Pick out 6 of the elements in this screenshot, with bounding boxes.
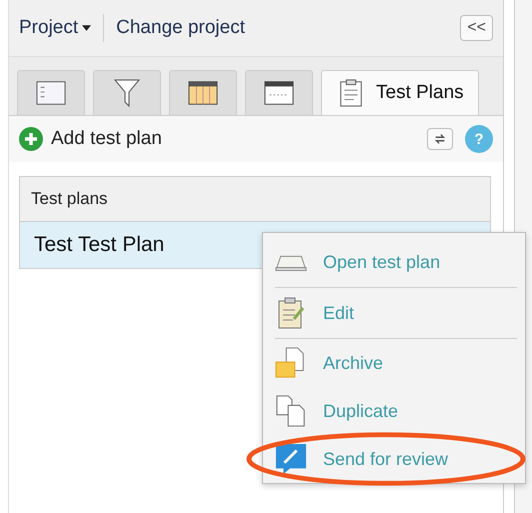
project-menu[interactable]: Project [19, 17, 92, 39]
tab[interactable]: Test Plans [321, 70, 479, 115]
list-heading: Test plans [20, 177, 490, 222]
collapse-button[interactable]: << [460, 15, 493, 41]
add-test-plan-button[interactable]: Add test plan [19, 127, 162, 151]
change-project-link[interactable]: Change project [116, 17, 246, 39]
